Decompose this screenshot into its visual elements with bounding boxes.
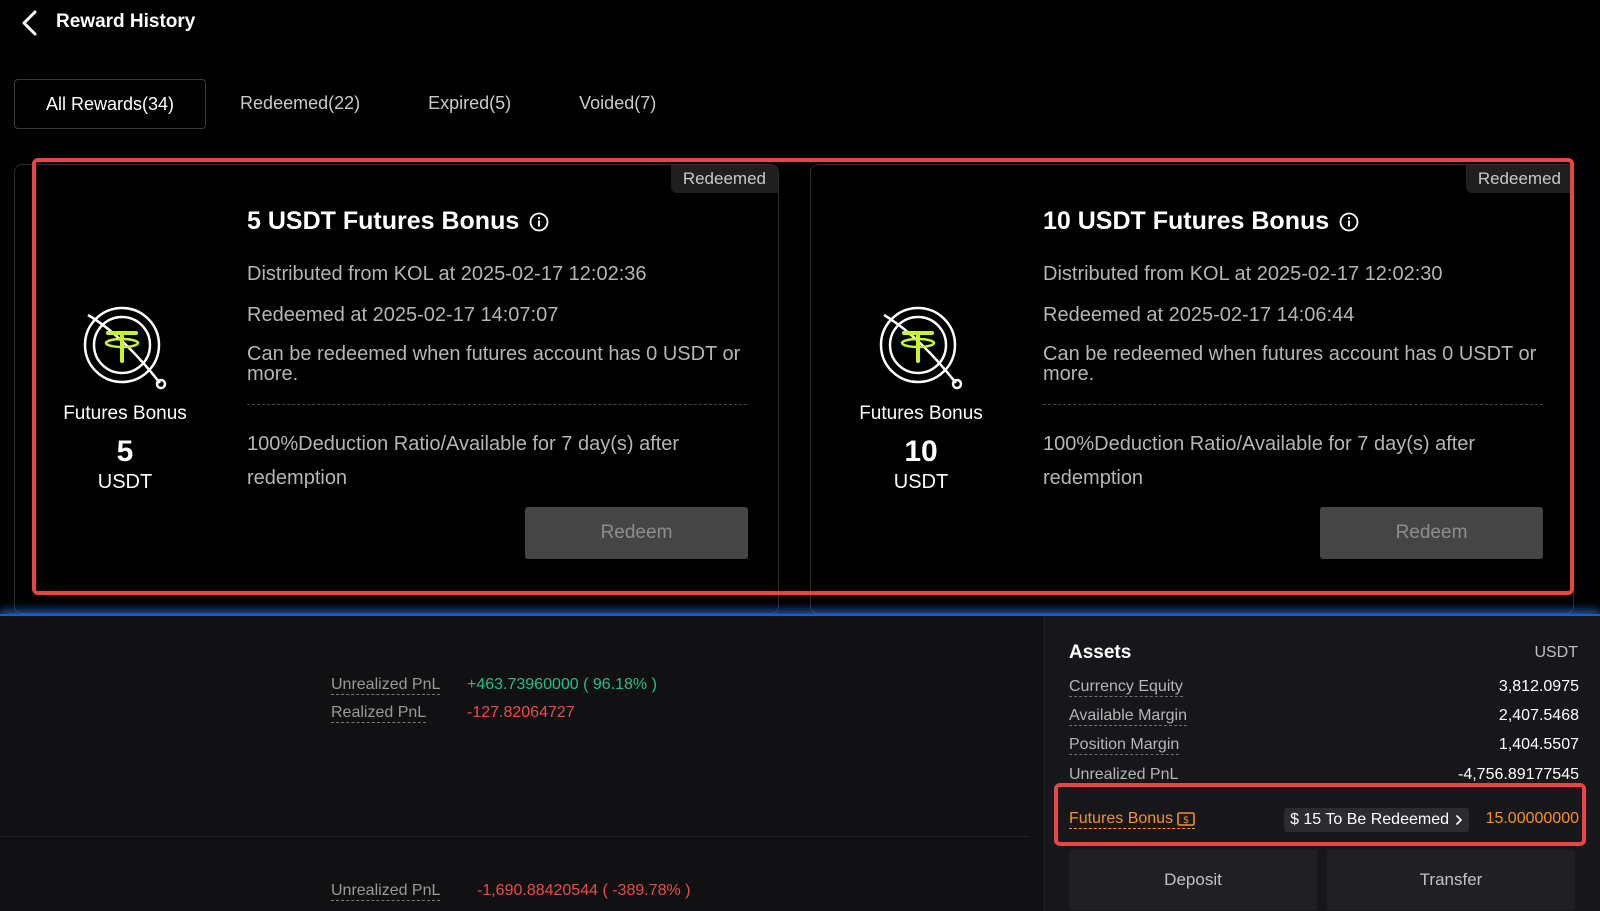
unrealized-pnl-value: -1,690.88420544 ( -389.78% ) [477,882,691,899]
back-button[interactable] [18,8,44,38]
card-title: 5 USDT Futures Bonus [247,207,747,236]
unrealized-pnl-label: Unrealized PnL [331,882,441,901]
to-be-redeemed-text: $ 15 To Be Redeemed [1290,811,1449,828]
status-badge: Redeemed [1465,165,1573,193]
unrealized-pnl-asset-value: -4,756.89177545 [1458,766,1579,783]
deduction-info: 100%Deduction Ratio/Available for 7 day(… [1043,433,1476,489]
position-separator [0,836,1030,837]
to-be-redeemed-pill[interactable]: $ 15 To Be Redeemed [1284,808,1469,832]
bonus-amount: 10 [904,435,938,468]
available-margin-value: 2,407.5468 [1498,707,1579,724]
divider [247,404,747,405]
svg-text:$: $ [1183,815,1189,826]
trading-panel: Unrealized PnL +463.73960000 ( 96.18% ) … [0,614,1600,911]
info-icon[interactable] [1339,212,1359,232]
bonus-type: Futures Bonus [859,403,983,424]
futures-bonus-text: Futures Bonus [1069,810,1174,827]
distributed-time: Distributed from KOL at 2025-02-17 12:02… [247,263,647,285]
bonus-details: 10 USDT Futures Bonus Distributed from K… [1043,207,1543,495]
position-margin-value: 1,404.5507 [1498,736,1579,753]
card-title-text: 10 USDT Futures Bonus [1043,207,1330,235]
redeemed-time: Redeemed at 2025-02-17 14:06:44 [1043,304,1355,326]
tab-expired[interactable]: Expired(5) [394,79,545,129]
unrealized-pnl-asset-label: Unrealized PnL [1069,766,1179,785]
reward-tabs: All Rewards(34) Redeemed(22) Expired(5) … [14,79,690,129]
unrealized-pnl-value: +463.73960000 ( 96.18% ) [467,676,657,693]
futures-bonus-row: Futures Bonus $ $ 15 To Be Redeemed 15.0… [1069,808,1579,834]
unrealized-pnl-label: Unrealized PnL [331,676,441,695]
distributed-time: Distributed from KOL at 2025-02-17 12:02… [1043,263,1443,285]
redeem-condition: Can be redeemed when futures account has… [1043,343,1537,385]
position-margin-row: Position Margin 1,404.5507 [1069,736,1579,760]
chevron-right-icon [1455,814,1463,826]
bonus-type: Futures Bonus [63,403,187,424]
redeem-condition: Can be redeemed when futures account has… [247,343,741,385]
back-arrow-icon [22,10,37,36]
unrealized-pnl-asset-row: Unrealized PnL -4,756.89177545 [1069,766,1579,786]
position-margin-label: Position Margin [1069,736,1180,755]
usdt-coin-icon [83,306,167,390]
card-title: 10 USDT Futures Bonus [1043,207,1543,236]
header: Reward History [0,0,1600,44]
assets-unit: USDT [1534,644,1578,661]
available-margin-row: Available Margin 2,407.5468 [1069,707,1579,731]
dollar-square-icon: $ [1177,812,1195,826]
deduction-info: 100%Deduction Ratio/Available for 7 day(… [247,433,680,489]
available-margin-label: Available Margin [1069,707,1187,726]
reward-card-5-usdt: Redeemed Futures Bonus 5 USDT 5 USDT Fut… [14,164,779,614]
positions-area: Unrealized PnL +463.73960000 ( 96.18% ) … [0,616,1030,911]
futures-bonus-label[interactable]: Futures Bonus $ [1069,810,1196,829]
currency-equity-value: 3,812.0975 [1498,678,1579,695]
deposit-button[interactable]: Deposit [1069,850,1317,910]
redeemed-time: Redeemed at 2025-02-17 14:07:07 [247,304,559,326]
info-icon[interactable] [529,212,549,232]
page-title: Reward History [56,11,196,32]
bonus-unit: USDT [97,471,153,493]
tab-voided[interactable]: Voided(7) [545,79,690,129]
redeem-button[interactable]: Redeem [1320,507,1543,559]
bonus-summary: Futures Bonus 10 USDT [841,305,1001,494]
bonus-summary: Futures Bonus 5 USDT [45,305,205,494]
bonus-unit: USDT [893,471,949,493]
card-title-text: 5 USDT Futures Bonus [247,207,520,235]
assets-title: Assets [1069,642,1132,663]
assets-panel: Assets USDT Currency Equity 3,812.0975 A… [1044,616,1600,911]
futures-bonus-value: 15.00000000 [1485,810,1579,827]
tab-all-rewards[interactable]: All Rewards(34) [14,79,207,129]
status-badge: Redeemed [670,165,778,193]
bonus-details: 5 USDT Futures Bonus Distributed from KO… [247,207,747,495]
transfer-button[interactable]: Transfer [1327,850,1575,910]
currency-equity-row: Currency Equity 3,812.0975 [1069,678,1579,702]
realized-pnl-label: Realized PnL [331,704,427,723]
bonus-amount: 5 [116,435,134,468]
redeem-button[interactable]: Redeem [525,507,748,559]
realized-pnl-value: -127.82064727 [467,704,575,721]
divider [1043,404,1543,405]
currency-equity-label: Currency Equity [1069,678,1183,697]
tab-redeemed[interactable]: Redeemed(22) [206,79,394,129]
reward-history-page: Reward History All Rewards(34) Redeemed(… [0,0,1600,911]
reward-card-10-usdt: Redeemed Futures Bonus 10 USDT 10 USDT F… [810,164,1574,614]
usdt-coin-icon [879,306,963,390]
